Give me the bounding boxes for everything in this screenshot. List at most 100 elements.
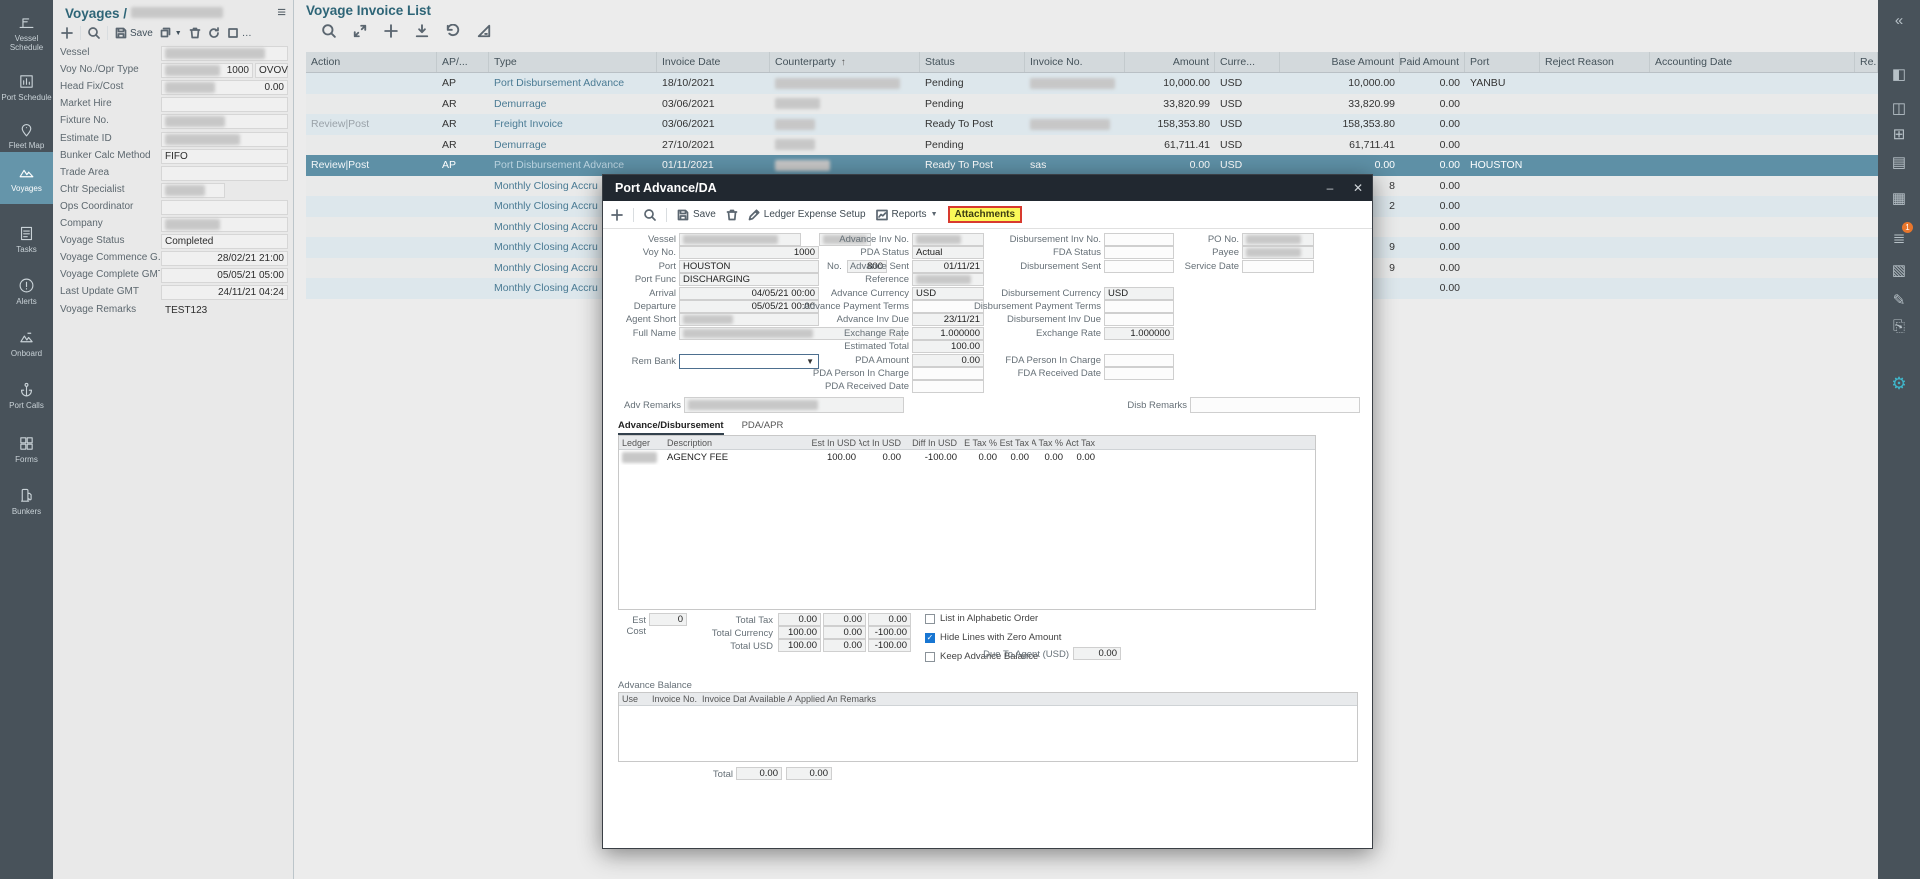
field-value[interactable] xyxy=(161,183,225,198)
analytics-icon[interactable]: ◫ xyxy=(1878,96,1920,120)
minimize-button[interactable]: – xyxy=(1316,181,1344,195)
column-header-counterparty[interactable]: Counterparty↑ xyxy=(770,52,920,72)
field-value[interactable] xyxy=(161,97,288,112)
sidebar-item-bunkers[interactable]: Bunkers xyxy=(0,476,53,526)
invoice-type-link[interactable]: Monthly Closing Accru xyxy=(494,221,598,233)
table-row[interactable]: ARDemurrage03/06/2021Pending33,820.99USD… xyxy=(306,94,1878,115)
close-button[interactable]: ✕ xyxy=(1344,181,1372,195)
voyages-toolbar-search-button[interactable] xyxy=(88,27,100,39)
field-value[interactable]: 28/02/21 21:00 xyxy=(161,251,288,266)
invoice-toolbar-ruler-button[interactable] xyxy=(477,24,491,38)
column-header-invoice_date[interactable]: Invoice Date xyxy=(657,52,770,72)
table-row[interactable]: APPort Disbursement Advance18/10/2021Pen… xyxy=(306,73,1878,94)
field-disbursement-currency-input[interactable]: USD xyxy=(1104,287,1174,300)
dialog-toolbar-attachments-button[interactable]: Attachments xyxy=(948,206,1023,223)
invoice-toolbar-resize-button[interactable] xyxy=(353,24,367,38)
field-exchange-rate-input[interactable]: 1.000000 xyxy=(1104,327,1174,340)
invoice-type-link[interactable]: Port Disbursement Advance xyxy=(494,77,624,89)
invoice-toolbar-undo-button[interactable] xyxy=(446,24,460,38)
voyages-toolbar-plus-button[interactable] xyxy=(61,27,73,39)
dialog-toolbar-search-button[interactable] xyxy=(644,209,656,221)
action-link-review[interactable]: Review xyxy=(311,159,345,171)
chart-icon[interactable]: ◧ xyxy=(1878,62,1920,86)
field-service-date-input[interactable] xyxy=(1242,260,1314,273)
field-value[interactable] xyxy=(161,217,288,232)
due-to-agent-input[interactable]: 0.00 xyxy=(1073,647,1121,660)
field-disbursement-payment-terms-input[interactable] xyxy=(1104,300,1174,313)
column-header-paid_amount[interactable]: Paid Amount xyxy=(1400,52,1465,72)
menu-icon[interactable]: ≡ xyxy=(277,4,286,21)
column-header-action[interactable]: Action xyxy=(306,52,437,72)
dialog-toolbar-save-button[interactable]: Save xyxy=(677,209,716,221)
table-row[interactable]: ARDemurrage27/10/2021Pending61,711.41USD… xyxy=(306,135,1878,156)
settings-gear-icon[interactable]: ⚙ xyxy=(1878,372,1920,396)
sidebar-item-tasks[interactable]: Tasks xyxy=(0,214,53,264)
invoice-toolbar-search-button[interactable] xyxy=(322,24,336,38)
table-row[interactable]: Review | PostARFreight Invoice03/06/2021… xyxy=(306,114,1878,135)
field-value[interactable]: FIFO xyxy=(161,149,288,164)
field-value[interactable]: 05/05/21 05:00 xyxy=(161,268,288,283)
field-value[interactable] xyxy=(161,166,288,181)
field-value[interactable] xyxy=(161,46,288,61)
field-po-no--input[interactable] xyxy=(1242,233,1314,246)
field-opr-type[interactable]: OVOV xyxy=(255,63,288,78)
field-value[interactable]: Completed xyxy=(161,234,288,249)
invoice-type-link[interactable]: Demurrage xyxy=(494,139,547,151)
adv-remarks-input[interactable] xyxy=(684,397,904,413)
voyages-toolbar-save-button[interactable]: Save xyxy=(115,27,153,39)
voyages-toolbar-refresh-button[interactable] xyxy=(208,27,220,39)
column-header-port[interactable]: Port xyxy=(1465,52,1540,72)
invoice-toolbar-download-button[interactable] xyxy=(415,24,429,38)
sidebar-item-vessel-schedule[interactable]: Vessel Schedule xyxy=(0,8,53,58)
column-header-apar[interactable]: AP/... xyxy=(437,52,489,72)
dialog-toolbar-plus-button[interactable] xyxy=(611,209,623,221)
collapse-panel-icon[interactable]: « xyxy=(1878,8,1920,32)
checkbox-list-in-alphabetic-order[interactable]: List in Alphabetic Order xyxy=(925,613,1038,624)
sidebar-item-voyages[interactable]: Voyages xyxy=(0,152,53,204)
field-value[interactable]: 24/11/21 04:24 xyxy=(161,285,288,300)
invoice-type-link[interactable]: Demurrage xyxy=(494,98,547,110)
invoice-type-link[interactable]: Monthly Closing Accru xyxy=(494,180,598,192)
field-fda-received-date-input[interactable] xyxy=(1104,367,1174,380)
sidebar-item-port-calls[interactable]: Port Calls xyxy=(0,370,53,420)
field-value[interactable]: 1000 xyxy=(161,63,253,78)
field-value[interactable] xyxy=(161,200,288,215)
invoice-type-link[interactable]: Port Disbursement Advance xyxy=(494,159,624,171)
field-payee-input[interactable] xyxy=(1242,246,1314,259)
sidebar-item-port-schedule[interactable]: Port Schedule xyxy=(0,62,53,112)
dashboard-icon[interactable]: ⊞ xyxy=(1878,122,1920,146)
action-link-review[interactable]: Review xyxy=(311,118,345,130)
est-cost-input[interactable]: 0 xyxy=(649,613,687,626)
field-disbursement-inv-due-input[interactable] xyxy=(1104,313,1174,326)
column-header-base_amount[interactable]: Base Amount xyxy=(1280,52,1400,72)
tab-pda-apr[interactable]: PDA/APR xyxy=(742,420,784,435)
field-value[interactable] xyxy=(161,114,288,129)
voyages-toolbar-trash-button[interactable] xyxy=(189,27,201,39)
ledger-row[interactable]: AGENCY FEE100.000.00-100.000.000.000.000… xyxy=(619,450,1315,465)
sidebar-item-forms[interactable]: Forms xyxy=(0,424,53,474)
action-link-post[interactable]: Post xyxy=(348,118,369,130)
sidebar-item-alerts[interactable]: Alerts xyxy=(0,266,53,316)
column-header-re[interactable]: Re... xyxy=(1855,52,1878,72)
field-reference-input[interactable] xyxy=(912,273,984,286)
dialog-toolbar-trash-button[interactable] xyxy=(726,209,738,221)
field-value[interactable]: TEST123 xyxy=(161,303,288,318)
invoice-type-link[interactable]: Freight Invoice xyxy=(494,118,563,130)
voyages-toolbar-ellipsis-button[interactable]: … xyxy=(227,27,252,39)
table-row[interactable]: Review | PostAPPort Disbursement Advance… xyxy=(306,155,1878,176)
disb-remarks-input[interactable] xyxy=(1190,397,1360,413)
copy-icon[interactable]: ⎘ xyxy=(1878,314,1920,338)
tasks-badge-icon[interactable]: ≣1 xyxy=(1878,226,1920,250)
action-link-post[interactable]: Post xyxy=(348,159,369,171)
column-header-amount[interactable]: Amount xyxy=(1125,52,1215,72)
column-header-accounting_date[interactable]: Accounting Date xyxy=(1650,52,1855,72)
dialog-toolbar-reports-button[interactable]: Reports▼ xyxy=(876,209,938,221)
invoice-type-link[interactable]: Monthly Closing Accru xyxy=(494,200,598,212)
checkbox-hide-lines-with-zero-amount[interactable]: ✓Hide Lines with Zero Amount xyxy=(925,632,1061,643)
rem-bank-select[interactable]: ▼ xyxy=(679,354,819,369)
column-header-status[interactable]: Status xyxy=(920,52,1025,72)
field-estimated-total-input[interactable]: 100.00 xyxy=(912,340,984,353)
column-header-currency[interactable]: Curre... xyxy=(1215,52,1280,72)
tab-advance-disbursement[interactable]: Advance/Disbursement xyxy=(618,420,724,435)
field-pda-received-date-input[interactable] xyxy=(912,380,984,393)
